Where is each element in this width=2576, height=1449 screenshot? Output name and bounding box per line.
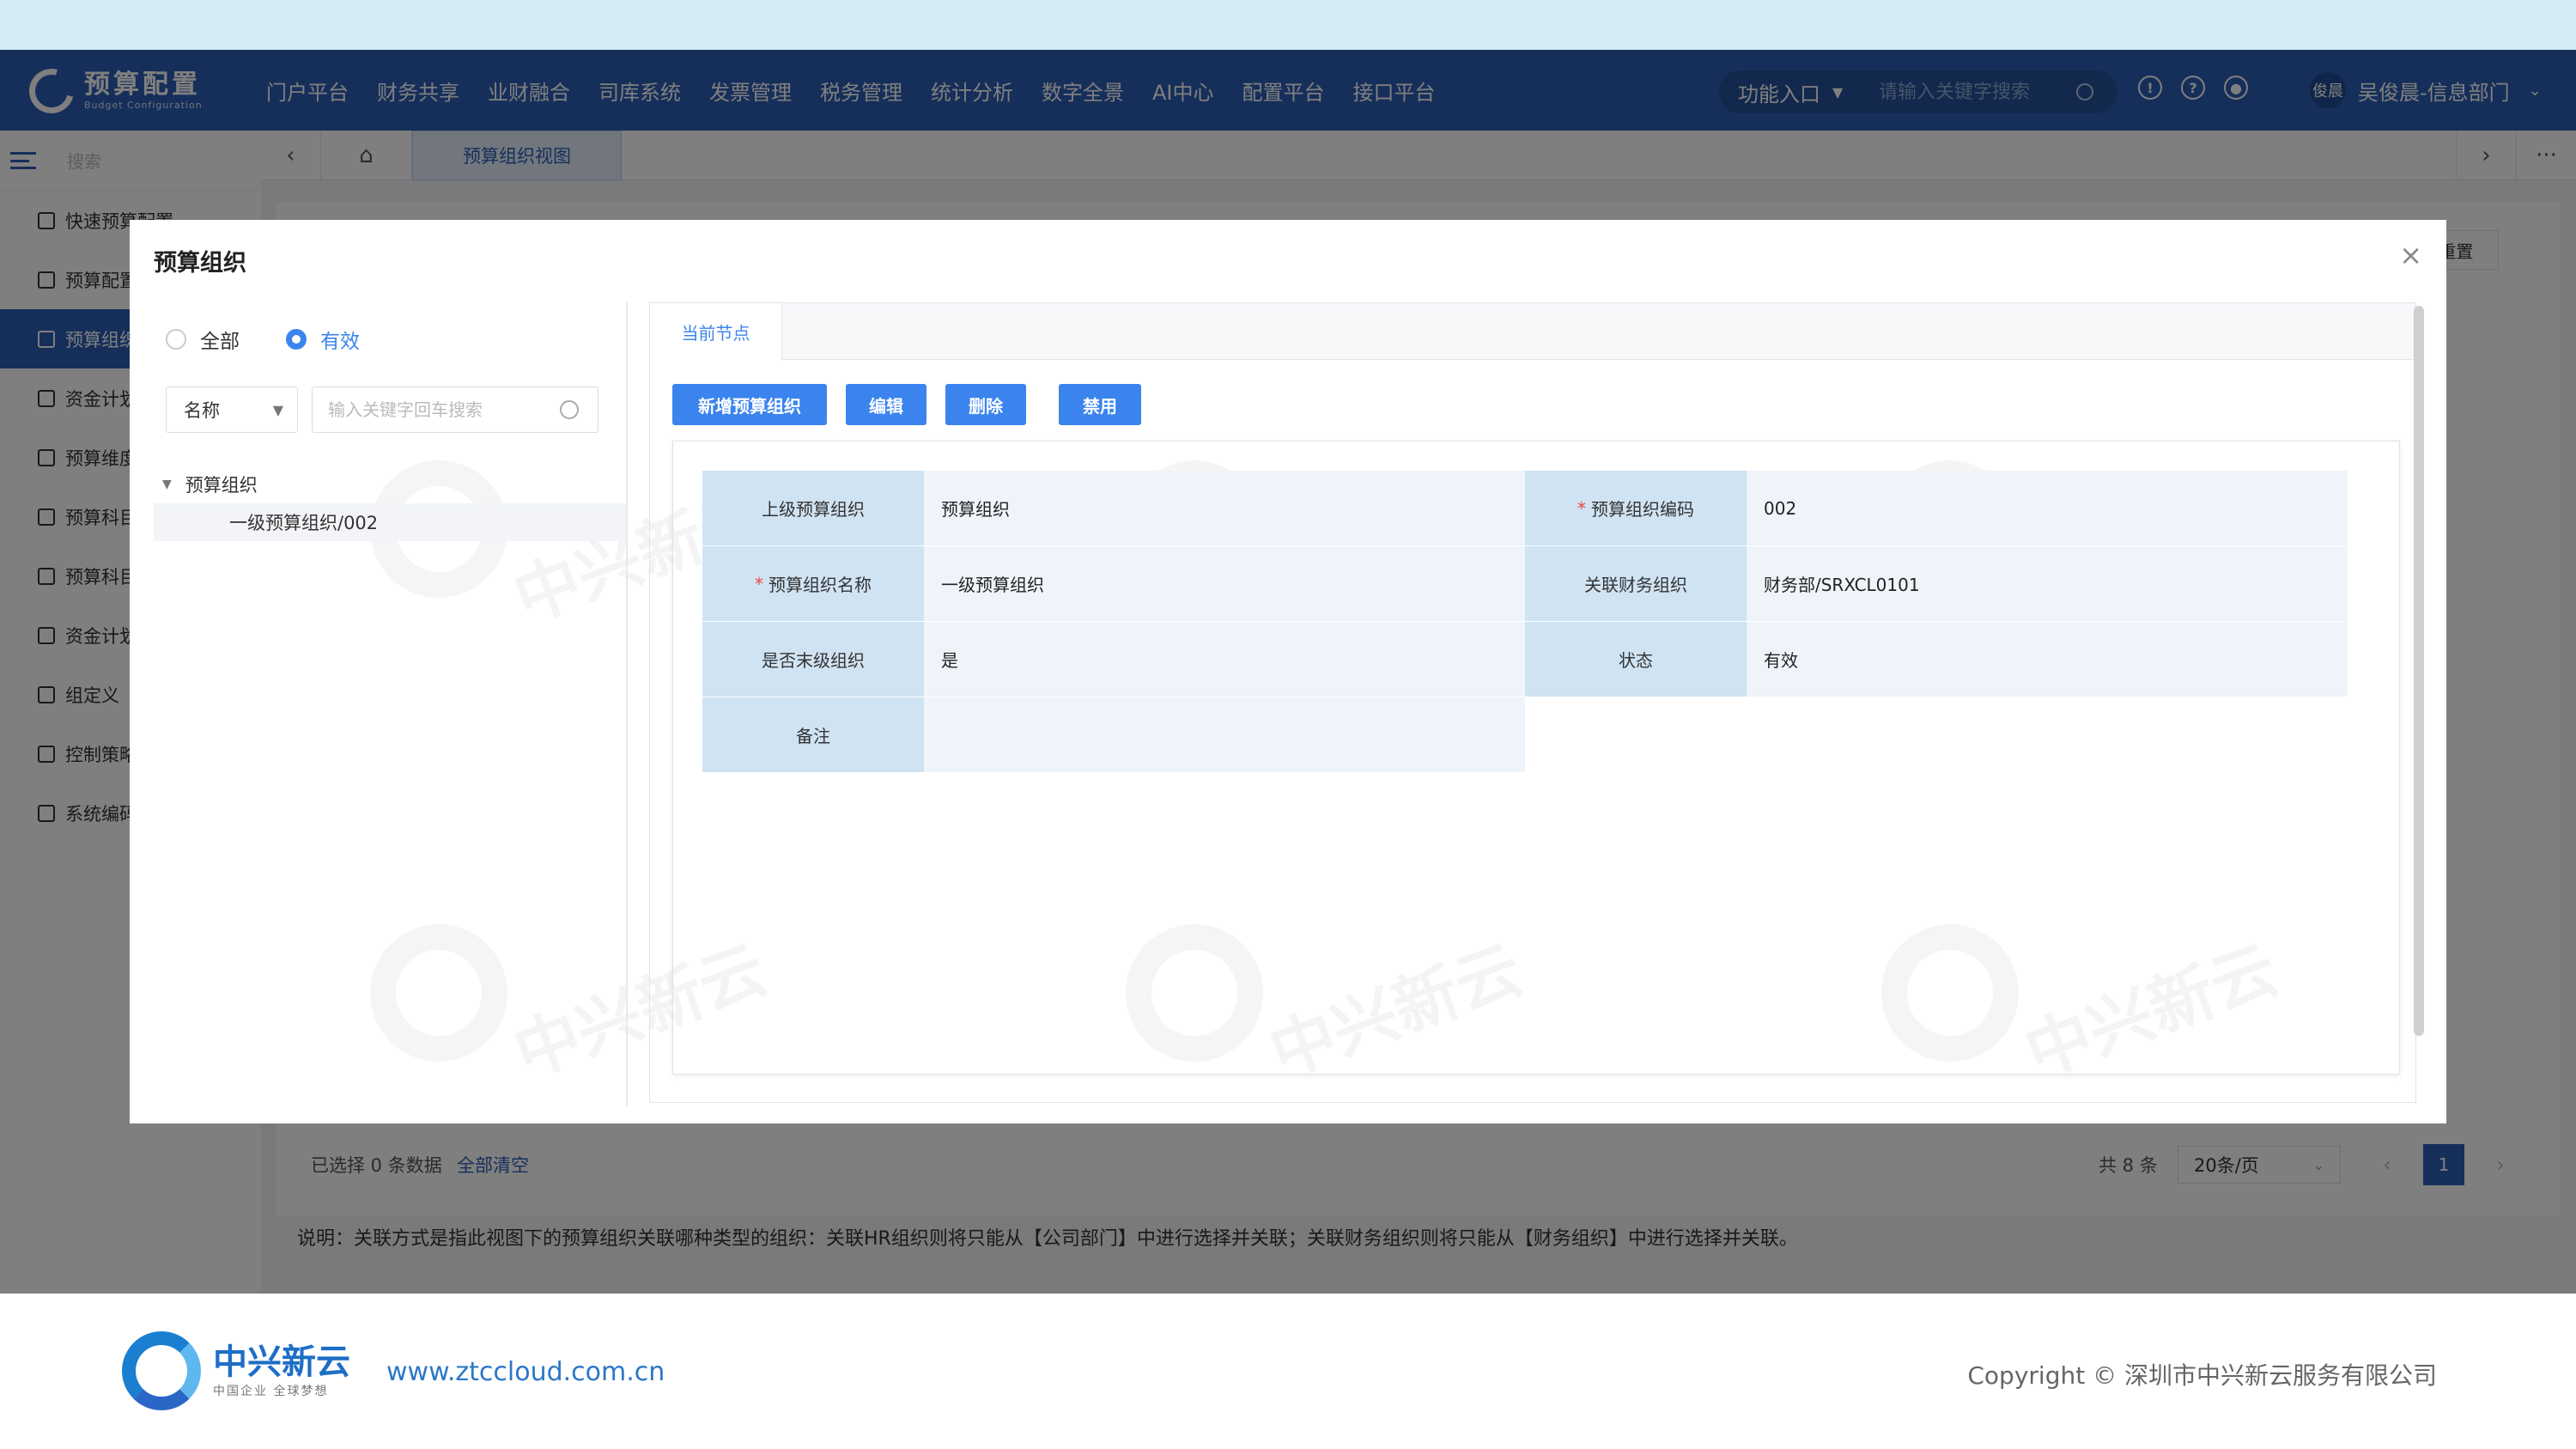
is-leaf-label: 是否末级组织 — [702, 622, 924, 697]
edit-button[interactable]: 编辑 — [846, 384, 927, 425]
search-icon[interactable] — [560, 400, 579, 419]
detail-row: 是否末级组织 是 状态 有效 — [702, 622, 2351, 697]
org-code-value: 002 — [1747, 471, 2348, 546]
disable-button[interactable]: 禁用 — [1059, 384, 1141, 425]
copyright-text: Copyright © 深圳市中兴新云服务有限公司 — [1967, 1361, 2437, 1390]
status-filter: 全部 有效 — [166, 325, 406, 354]
org-code-label: * 预算组织编码 — [1525, 471, 1747, 546]
tab-current-node[interactable]: 当前节点 — [650, 303, 782, 361]
tree-search[interactable] — [312, 387, 598, 433]
close-icon[interactable]: × — [2399, 239, 2422, 271]
detail-grid: 上级预算组织 预算组织 * 预算组织编码 002 * 预算组织名称 一级预算组织 关… — [702, 471, 2351, 773]
radio-all[interactable] — [166, 329, 186, 350]
org-code-label-text: 预算组织编码 — [1591, 499, 1694, 520]
detail-panel: 当前节点 新增预算组织 编辑 删除 禁用 上级预算组织 预算组织 * 预算组织编码… — [649, 302, 2416, 1103]
tree-node-child[interactable]: 一级预算组织/002 — [154, 503, 626, 541]
page-footer: 中兴新云 中国企业 全球梦想 www.ztccloud.com.cn Copyr… — [0, 1294, 2576, 1449]
budget-org-modal: 中兴新云 中兴新云 中兴新云 中兴新云 中兴新云 中兴新云 预算组织 × 全部 … — [130, 220, 2446, 1123]
parent-org-value: 预算组织 — [924, 471, 1525, 546]
status-value: 有效 — [1747, 622, 2348, 697]
required-mark: * — [755, 573, 763, 594]
modal-title: 预算组织 — [154, 250, 246, 277]
status-label: 状态 — [1525, 622, 1747, 697]
search-field-value: 名称 — [184, 400, 220, 421]
tree-node-root[interactable]: ▼ 预算组织 — [130, 466, 626, 503]
radio-valid-label[interactable]: 有效 — [320, 325, 360, 354]
is-leaf-value: 是 — [924, 622, 1525, 697]
finance-org-value: 财务部/SRXCL0101 — [1747, 546, 2348, 622]
detail-row: 上级预算组织 预算组织 * 预算组织编码 002 — [702, 471, 2351, 546]
top-band — [0, 0, 2576, 50]
brand-logo-icon — [122, 1331, 201, 1410]
org-tree: ▼ 预算组织 一级预算组织/002 — [130, 466, 626, 541]
detail-row: 备注 — [702, 697, 2351, 773]
brand-logo: 中兴新云 中国企业 全球梦想 — [122, 1331, 350, 1410]
empty-cell — [1525, 697, 2348, 773]
tree-node-label: 一级预算组织/002 — [229, 513, 379, 533]
detail-card: 上级预算组织 预算组织 * 预算组织编码 002 * 预算组织名称 一级预算组织 关… — [672, 441, 2400, 1075]
finance-org-label: 关联财务组织 — [1525, 546, 1747, 622]
tree-search-input[interactable] — [328, 399, 560, 420]
org-tree-panel: 全部 有效 名称 ▼ ▼ 预算组织 一级预算组织/002 — [130, 302, 628, 1106]
caret-down-icon: ▼ — [272, 401, 283, 418]
delete-button[interactable]: 删除 — [945, 384, 1026, 425]
detail-tabs: 当前节点 — [650, 303, 2415, 361]
org-name-label-text: 预算组织名称 — [769, 575, 872, 595]
org-name-value: 一级预算组织 — [924, 546, 1525, 622]
caret-down-icon[interactable]: ▼ — [162, 478, 172, 491]
parent-org-label: 上级预算组织 — [702, 471, 924, 546]
site-url-link[interactable]: www.ztccloud.com.cn — [386, 1357, 665, 1387]
org-name-label: * 预算组织名称 — [702, 546, 924, 622]
radio-all-label[interactable]: 全部 — [200, 325, 240, 354]
radio-valid[interactable] — [286, 329, 307, 350]
tree-node-label: 预算组织 — [185, 475, 258, 496]
brand-slogan: 中国企业 全球梦想 — [213, 1385, 329, 1398]
add-org-button[interactable]: 新增预算组织 — [672, 384, 827, 425]
action-buttons: 新增预算组织 编辑 删除 禁用 — [672, 384, 1160, 425]
search-field-select[interactable]: 名称 ▼ — [166, 387, 298, 433]
scrollbar[interactable] — [2414, 306, 2424, 1036]
brand-name: 中兴新云 — [213, 1342, 350, 1382]
remark-value — [924, 697, 1525, 773]
detail-row: * 预算组织名称 一级预算组织 关联财务组织 财务部/SRXCL0101 — [702, 546, 2351, 622]
remark-label: 备注 — [702, 697, 924, 773]
required-mark: * — [1577, 497, 1586, 519]
